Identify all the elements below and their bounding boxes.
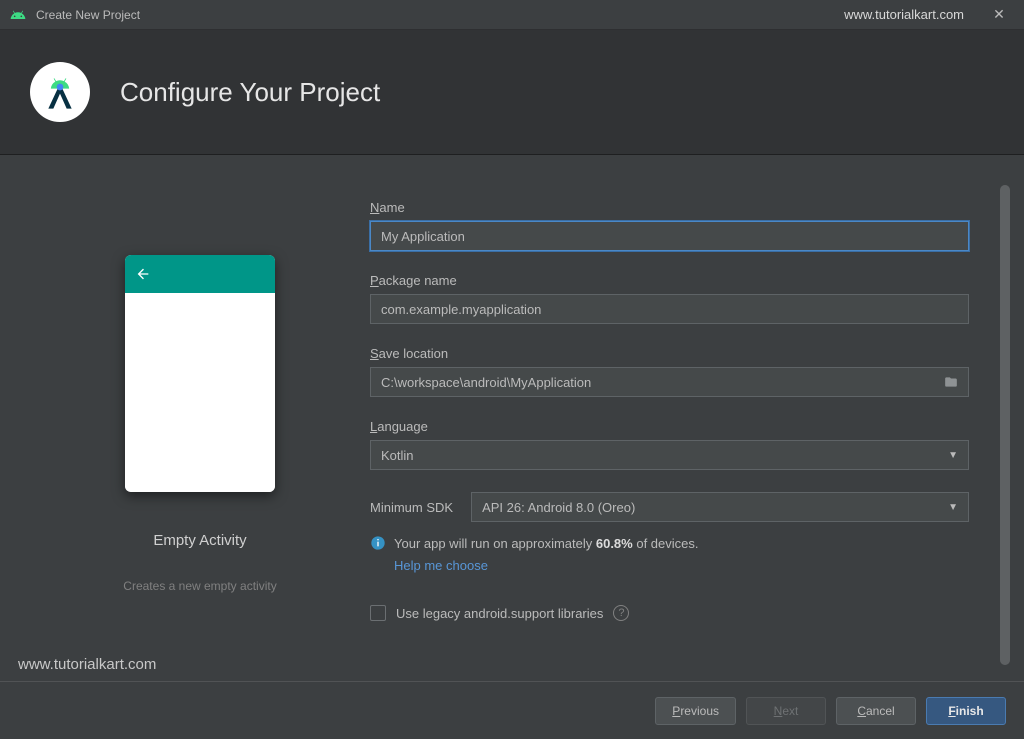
- android-studio-logo: [30, 62, 90, 122]
- wizard-window: Create New Project www.tutorialkart.com …: [0, 0, 1024, 739]
- legacy-libs-label: Use legacy android.support libraries: [396, 606, 603, 621]
- language-group: Language Kotlin ▼: [370, 419, 969, 470]
- watermark: www.tutorialkart.com: [18, 656, 156, 673]
- template-preview-column: Empty Activity Creates a new empty activ…: [30, 200, 370, 661]
- language-select[interactable]: Kotlin ▼: [370, 440, 969, 470]
- language-label: Language: [370, 419, 969, 434]
- legacy-libs-checkbox[interactable]: [370, 605, 386, 621]
- sdk-select[interactable]: API 26: Android 8.0 (Oreo) ▼: [471, 492, 969, 522]
- sdk-group: Minimum SDK API 26: Android 8.0 (Oreo) ▼…: [370, 492, 969, 621]
- sdk-info-row: Your app will run on approximately 60.8%…: [370, 534, 969, 575]
- previous-button[interactable]: Previous: [655, 697, 736, 725]
- preview-appbar: [125, 255, 275, 293]
- template-name: Empty Activity: [153, 532, 246, 549]
- language-value: Kotlin: [381, 448, 414, 463]
- save-location-label: Save location: [370, 346, 969, 361]
- preview-body: [125, 293, 275, 492]
- scrollbar[interactable]: [1000, 185, 1010, 665]
- package-label: Package name: [370, 273, 969, 288]
- next-button: Next: [746, 697, 826, 725]
- help-me-choose-link[interactable]: Help me choose: [394, 556, 699, 576]
- template-description: Creates a new empty activity: [123, 579, 276, 593]
- legacy-libs-row: Use legacy android.support libraries ?: [370, 605, 969, 621]
- close-icon[interactable]: ✕: [984, 6, 1014, 23]
- save-location-input[interactable]: [370, 367, 969, 397]
- package-group: Package name: [370, 273, 969, 324]
- finish-button[interactable]: Finish: [926, 697, 1006, 725]
- sdk-value: API 26: Android 8.0 (Oreo): [482, 500, 635, 515]
- info-icon: [370, 535, 386, 551]
- sdk-info-text: Your app will run on approximately 60.8%…: [394, 534, 699, 575]
- package-input[interactable]: [370, 294, 969, 324]
- name-input[interactable]: [370, 221, 969, 251]
- wizard-body: Empty Activity Creates a new empty activ…: [0, 155, 1024, 681]
- page-title: Configure Your Project: [120, 77, 380, 108]
- form-column: Name Package name Save location Language: [370, 200, 994, 661]
- browse-folder-icon[interactable]: [939, 367, 963, 397]
- window-url: www.tutorialkart.com: [844, 7, 964, 22]
- help-icon[interactable]: ?: [613, 605, 629, 621]
- wizard-footer: Previous Next Cancel Finish: [0, 681, 1024, 739]
- name-group: Name: [370, 200, 969, 251]
- sdk-label: Minimum SDK: [370, 500, 453, 515]
- cancel-button[interactable]: Cancel: [836, 697, 916, 725]
- header-banner: Configure Your Project: [0, 30, 1024, 155]
- phone-preview: [125, 255, 275, 492]
- name-label: Name: [370, 200, 969, 215]
- title-bar: Create New Project www.tutorialkart.com …: [0, 0, 1024, 30]
- scrollbar-thumb[interactable]: [1000, 185, 1010, 665]
- save-location-group: Save location: [370, 346, 969, 397]
- chevron-down-icon: ▼: [948, 502, 958, 513]
- android-icon: [10, 7, 26, 23]
- back-arrow-icon: [135, 266, 151, 282]
- chevron-down-icon: ▼: [948, 450, 958, 461]
- window-title: Create New Project: [36, 8, 140, 22]
